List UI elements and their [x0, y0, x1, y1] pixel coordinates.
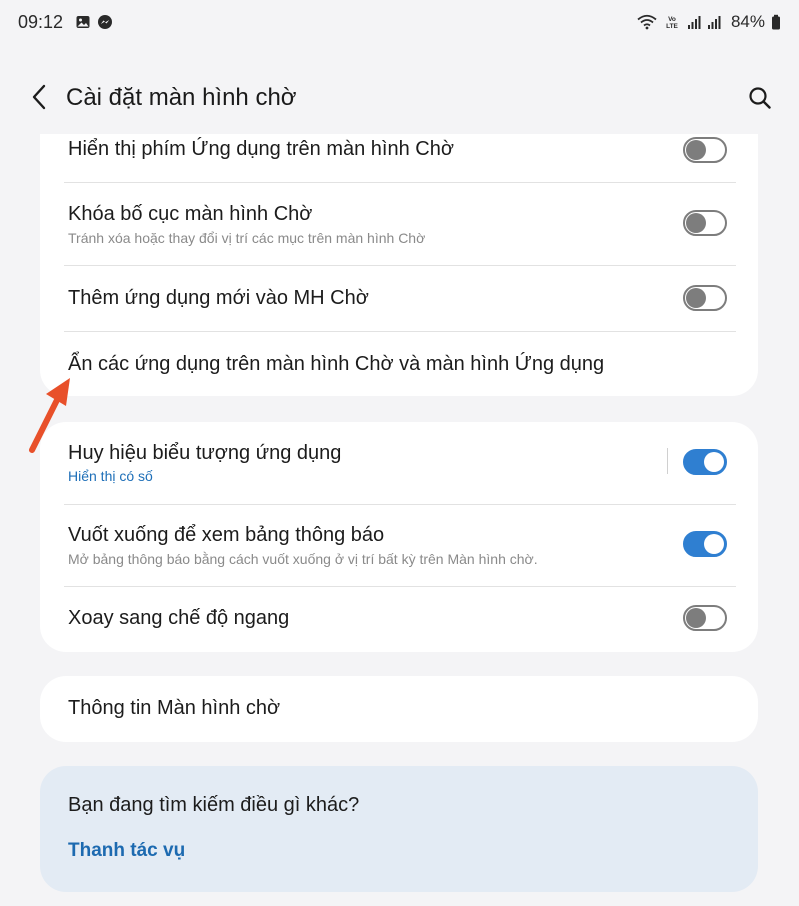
wifi-icon [637, 14, 657, 30]
toggle-knob [686, 213, 706, 233]
svg-text:Vo: Vo [668, 16, 676, 23]
setting-row-add-new-apps[interactable]: Thêm ứng dụng mới vào MH Chờ [40, 266, 758, 331]
setting-row-app-icon-badges[interactable]: Huy hiệu biểu tượng ứng dụng Hiển thị có… [40, 422, 758, 504]
setting-title: Huy hiệu biểu tượng ứng dụng [68, 442, 342, 464]
settings-group-1: Hiển thị phím Ứng dụng trên màn hình Chờ… [40, 134, 758, 396]
setting-title: Ẩn các ứng dụng trên màn hình Chờ và màn… [68, 353, 605, 375]
status-right: Vo LTE 84% [637, 12, 781, 32]
setting-row-home-screen-info[interactable]: Thông tin Màn hình chờ [40, 676, 758, 742]
toggle-switch-on[interactable] [683, 531, 727, 557]
messenger-icon [98, 15, 113, 29]
setting-title: Hiển thị phím Ứng dụng trên màn hình Chờ [68, 138, 454, 160]
volte-icon: Vo LTE [666, 16, 678, 30]
setting-row-swipe-down-notifications[interactable]: Vuốt xuống để xem bảng thông báo Mở bảng… [40, 505, 758, 586]
toggle-knob [686, 140, 706, 160]
settings-group-3: Thông tin Màn hình chờ [40, 676, 758, 742]
signal-icon [707, 16, 721, 29]
setting-subtitle: Tránh xóa hoặc thay đổi vị trí các mục t… [68, 230, 426, 246]
page-title: Cài đặt màn hình chờ [66, 84, 297, 111]
back-button[interactable] [24, 82, 54, 112]
setting-title: Xoay sang chế độ ngang [68, 607, 290, 629]
setting-row-hide-apps[interactable]: Ẩn các ứng dụng trên màn hình Chờ và màn… [40, 332, 758, 396]
status-left: 09:12 [18, 12, 113, 33]
status-bar: 09:12 Vo LTE 84% [0, 0, 799, 44]
help-link-taskbar[interactable]: Thanh tác vụ [68, 840, 185, 862]
signal-icon [687, 16, 701, 29]
battery-icon [772, 14, 780, 30]
setting-title: Thông tin Màn hình chờ [68, 697, 281, 719]
svg-text:LTE: LTE [666, 23, 678, 30]
toggle-knob [686, 608, 706, 628]
annotation-arrow-icon [29, 378, 70, 453]
search-icon [749, 87, 771, 109]
status-time: 09:12 [18, 11, 64, 32]
vertical-divider [667, 448, 668, 474]
toggle-knob [704, 452, 724, 472]
toggle-switch-off[interactable] [683, 137, 727, 163]
setting-subtitle: Hiển thị có số [68, 468, 153, 484]
toggle-knob [704, 534, 724, 554]
setting-subtitle: Mở bảng thông báo bằng cách vuốt xuống ở… [68, 551, 538, 567]
toggle-switch-off[interactable] [683, 605, 727, 631]
setting-row-lock-layout[interactable]: Khóa bố cục màn hình Chờ Tránh xóa hoặc … [40, 183, 758, 265]
toggle-switch-off[interactable] [683, 285, 727, 311]
search-button[interactable] [744, 82, 776, 114]
setting-row-show-apps-button[interactable]: Hiển thị phím Ứng dụng trên màn hình Chờ [40, 134, 758, 182]
setting-row-rotate-landscape[interactable]: Xoay sang chế độ ngang [40, 587, 758, 652]
gallery-icon [76, 16, 90, 28]
chevron-left-icon [32, 84, 46, 110]
setting-title: Khóa bố cục màn hình Chờ [68, 203, 313, 225]
settings-group-2: Huy hiệu biểu tượng ứng dụng Hiển thị có… [40, 422, 758, 652]
help-card: Bạn đang tìm kiếm điều gì khác? Thanh tá… [40, 766, 758, 892]
toggle-switch-on[interactable] [683, 449, 727, 475]
battery-percent: 84% [730, 12, 765, 31]
toggle-switch-off[interactable] [683, 210, 727, 236]
setting-title: Thêm ứng dụng mới vào MH Chờ [68, 287, 369, 309]
toggle-knob [686, 288, 706, 308]
setting-title: Vuốt xuống để xem bảng thông báo [68, 524, 385, 546]
app-header: Cài đặt màn hình chờ [0, 70, 799, 126]
help-title: Bạn đang tìm kiếm điều gì khác? [68, 794, 360, 816]
